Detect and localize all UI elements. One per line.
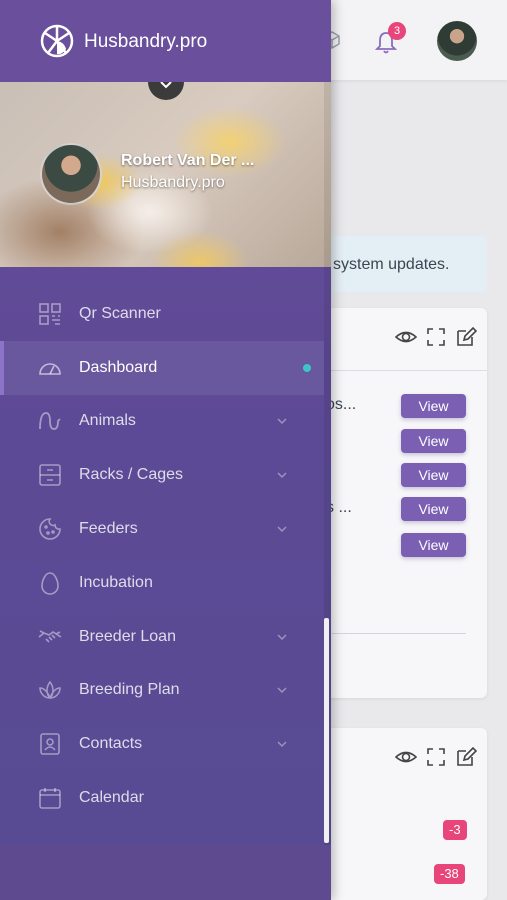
drawer-scrollbar-thumb[interactable] (324, 618, 329, 843)
menu-label: Animals (79, 412, 136, 430)
drawer-footer (0, 845, 331, 900)
card-tools (394, 326, 478, 348)
menu-item-incubation[interactable]: Incubation (0, 556, 324, 610)
profile-banner: Robert Van Der ... Husbandry.pro (0, 82, 331, 267)
menu-label: Feeders (79, 520, 138, 538)
egg-icon (41, 572, 59, 595)
expand-icon[interactable] (425, 326, 447, 348)
cookie-icon (39, 518, 61, 540)
profile-avatar[interactable] (40, 143, 102, 205)
eye-icon[interactable] (394, 326, 418, 348)
card-tools (394, 746, 478, 768)
alert-text: system updates. (333, 256, 450, 273)
chevron-down-icon (277, 526, 287, 533)
menu-label: Breeding Plan (79, 681, 180, 699)
lotus-icon (39, 681, 61, 700)
menu-item-contacts[interactable]: Contacts (0, 717, 324, 771)
view-button[interactable]: View (401, 497, 466, 521)
menu-item-racks-cages[interactable]: Racks / Cages (0, 448, 324, 502)
contact-icon (40, 733, 60, 756)
profile-toggle[interactable] (148, 82, 184, 100)
menu-label: Calendar (79, 789, 144, 807)
menu-item-breeder-loan[interactable]: Breeder Loan (0, 610, 324, 664)
menu-item-feeders[interactable]: Feeders (0, 502, 324, 556)
calendar-icon (39, 788, 61, 809)
card-footer-divider (332, 633, 466, 634)
view-button[interactable]: View (401, 429, 466, 453)
dashboard-icon (39, 362, 61, 375)
view-button[interactable]: View (401, 394, 466, 418)
view-button[interactable]: View (401, 463, 466, 487)
expand-icon[interactable] (425, 746, 447, 768)
snake-icon (39, 412, 61, 431)
notification-badge: 3 (388, 22, 406, 40)
menu-label: Incubation (79, 573, 153, 591)
chevron-down-icon (277, 418, 287, 425)
view-button[interactable]: View (401, 533, 466, 557)
chevron-down-icon (277, 472, 287, 479)
menu-label: Dashboard (79, 358, 158, 376)
menu-label: Breeder Loan (79, 627, 176, 645)
menu-label: Racks / Cages (79, 466, 184, 484)
side-drawer: Husbandry.pro Robert Van Der ... Husband… (0, 0, 331, 900)
logo-icon (40, 24, 74, 58)
menu-item-qr-scanner[interactable]: Qr Scanner (0, 287, 324, 341)
chevron-down-icon (160, 82, 172, 89)
edit-icon[interactable] (455, 746, 478, 768)
rack-icon (39, 464, 61, 487)
nav-menu: Qr Scanner Dashboard Animals Racks / Cag… (0, 287, 324, 825)
chevron-down-icon (277, 741, 287, 748)
count-badge: -3 (443, 820, 467, 840)
profile-subtitle: Husbandry.pro (121, 174, 225, 191)
menu-item-dashboard[interactable]: Dashboard (0, 340, 324, 395)
active-indicator (303, 363, 311, 372)
menu-item-animals[interactable]: Animals (0, 395, 324, 449)
qr-icon (39, 303, 61, 325)
edit-icon[interactable] (455, 326, 478, 348)
user-avatar[interactable] (437, 21, 477, 61)
profile-name: Robert Van Der ... (121, 152, 255, 169)
handshake-icon (38, 629, 62, 643)
brand-name: Husbandry.pro (84, 31, 208, 52)
eye-icon[interactable] (394, 746, 418, 768)
menu-item-calendar[interactable]: Calendar (0, 771, 324, 825)
menu-item-breeding-plan[interactable]: Breeding Plan (0, 664, 324, 718)
menu-label: Qr Scanner (79, 304, 161, 322)
menu-label: Contacts (79, 735, 143, 753)
chevron-down-icon (277, 634, 287, 640)
drawer-header: Husbandry.pro (0, 0, 331, 82)
count-badge: -38 (434, 864, 465, 884)
chevron-down-icon (277, 687, 287, 694)
